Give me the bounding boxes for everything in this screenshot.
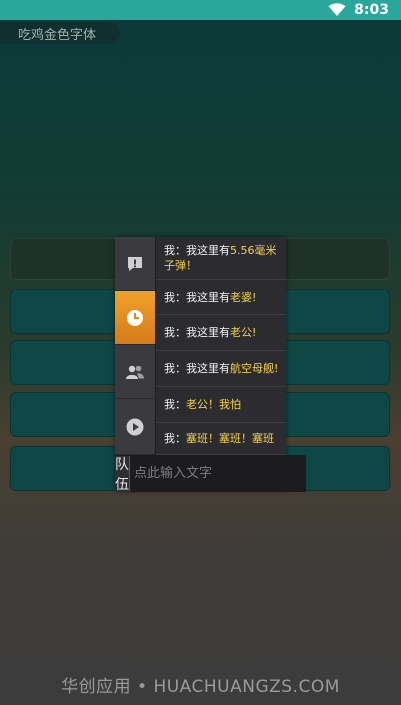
quick-message[interactable]: 我：我这里有5.56毫米 子弹！ <box>156 237 286 280</box>
chat-tab-bar <box>115 237 155 455</box>
play-icon <box>126 418 144 435</box>
tab-play[interactable] <box>115 399 155 455</box>
quick-message[interactable]: 我：我这里有 航空母舰! <box>156 351 286 387</box>
tab-alert[interactable] <box>115 237 155 291</box>
alert-icon <box>128 256 142 271</box>
watermark-text: 华创应用 • HUACHUANGZS.COM <box>61 677 340 697</box>
quick-message[interactable]: 我：我这里有 老婆! <box>156 280 286 315</box>
tab-clock[interactable] <box>115 291 155 345</box>
tab-users[interactable] <box>115 345 155 399</box>
chat-input-row: 队伍 <box>115 455 306 493</box>
chat-text-input[interactable] <box>130 455 306 492</box>
quick-message[interactable]: 我：我这里有 老公! <box>156 315 286 351</box>
quick-message[interactable]: 我： 塞班！塞班！塞班 <box>156 423 286 455</box>
clock-icon <box>127 309 143 326</box>
quick-chat-panel: 我：我这里有5.56毫米 子弹！ 我：我这里有 老婆! 我：我这里有 老公! 我：我… <box>115 237 306 493</box>
team-channel-button[interactable]: 队伍 <box>115 456 130 493</box>
users-icon <box>126 365 144 379</box>
quick-message[interactable]: 我： 老公！我怕 <box>156 387 286 423</box>
quick-message-list: 我：我这里有5.56毫米 子弹！ 我：我这里有 老婆! 我：我这里有 老公! 我：我… <box>156 237 286 455</box>
